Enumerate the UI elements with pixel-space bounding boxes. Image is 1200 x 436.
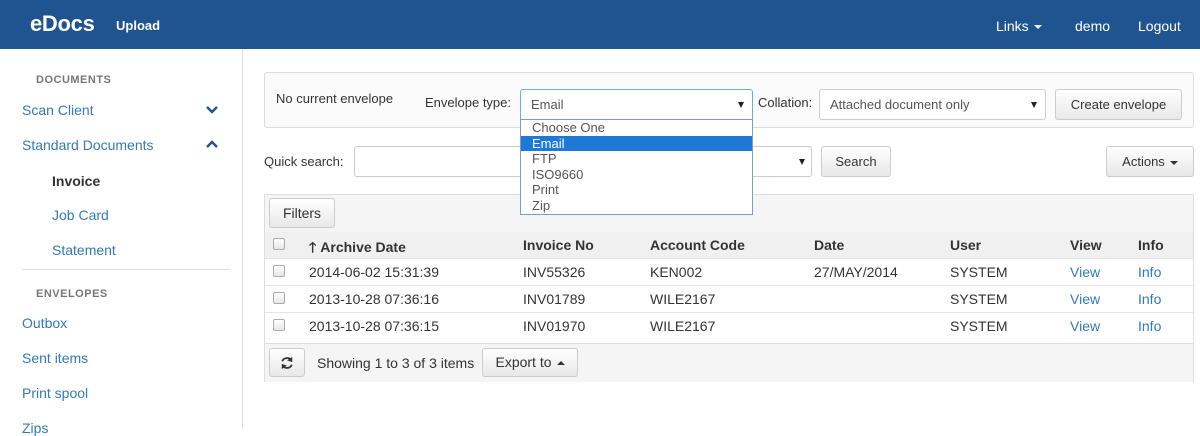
select-arrow-icon bbox=[1031, 102, 1037, 108]
links-label: Links bbox=[996, 18, 1029, 34]
envelope-type-option[interactable]: Print bbox=[521, 182, 752, 198]
envelope-type-option[interactable]: ISO9660 bbox=[521, 167, 752, 183]
info-link[interactable]: Info bbox=[1138, 318, 1161, 334]
user-cell: SYSTEM bbox=[950, 291, 1008, 307]
filters-button[interactable]: Filters bbox=[269, 198, 335, 228]
create-envelope-button[interactable]: Create envelope bbox=[1055, 89, 1182, 120]
sidebar-item-scan-client[interactable]: Scan Client bbox=[22, 102, 94, 118]
caret-down-icon bbox=[1169, 160, 1178, 165]
column-header-archive-date[interactable]: 🡑 Archive Date bbox=[309, 237, 406, 261]
top-navbar: eDocs Upload Links demo Logout bbox=[0, 0, 1200, 49]
column-header-info: Info bbox=[1138, 237, 1164, 253]
refresh-icon bbox=[281, 356, 293, 370]
info-link[interactable]: Info bbox=[1138, 291, 1161, 307]
sidebar-item-job-card[interactable]: Job Card bbox=[52, 207, 109, 223]
row-checkbox[interactable] bbox=[273, 319, 285, 331]
sidebar-item-standard-documents[interactable]: Standard Documents bbox=[22, 137, 154, 153]
search-button[interactable]: Search bbox=[821, 146, 891, 177]
sidebar-item-zips[interactable]: Zips bbox=[22, 420, 48, 436]
info-link[interactable]: Info bbox=[1138, 264, 1161, 280]
user-cell: SYSTEM bbox=[950, 318, 1008, 334]
sidebar-item-invoice[interactable]: Invoice bbox=[52, 173, 100, 189]
user-cell: SYSTEM bbox=[950, 264, 1008, 280]
arrow-up-icon: 🡑 bbox=[309, 239, 317, 255]
date-cell: 27/MAY/2014 bbox=[814, 264, 898, 280]
sidebar-item-sent-items[interactable]: Sent items bbox=[22, 350, 88, 366]
envelope-type-option[interactable]: FTP bbox=[521, 151, 752, 167]
table-row[interactable]: 2013-10-28 07:36:15 INV01970 WILE2167 SY… bbox=[265, 313, 1193, 339]
sidebar-item-statement[interactable]: Statement bbox=[52, 242, 116, 258]
column-header-date[interactable]: Date bbox=[814, 237, 844, 253]
export-button[interactable]: Export to bbox=[482, 348, 578, 377]
select-arrow-icon bbox=[738, 102, 744, 108]
export-label: Export to bbox=[495, 354, 552, 370]
actions-button[interactable]: Actions bbox=[1106, 146, 1194, 177]
refresh-button[interactable] bbox=[269, 348, 305, 377]
chevron-down-icon[interactable] bbox=[205, 105, 219, 115]
search-dropdown-arrow-icon[interactable] bbox=[799, 159, 805, 165]
table-footer: Showing 1 to 3 of 3 items Export to bbox=[265, 343, 1193, 382]
chevron-up-icon[interactable] bbox=[205, 139, 219, 149]
envelope-status: No current envelope bbox=[276, 91, 394, 106]
envelope-type-value: Email bbox=[531, 97, 564, 112]
archive-date-cell: 2013-10-28 07:36:15 bbox=[309, 318, 439, 334]
quick-search-label: Quick search: bbox=[264, 154, 344, 169]
envelope-type-label: Envelope type: bbox=[425, 95, 512, 110]
logout-link[interactable]: Logout bbox=[1138, 18, 1181, 34]
user-link[interactable]: demo bbox=[1075, 18, 1110, 34]
actions-label: Actions bbox=[1122, 154, 1165, 169]
upload-link[interactable]: Upload bbox=[116, 18, 160, 33]
pagination-info: Showing 1 to 3 of 3 items bbox=[317, 355, 475, 371]
account-code-cell: WILE2167 bbox=[650, 318, 716, 334]
table-header-row: 🡑 Archive Date Invoice No Account Code Da… bbox=[265, 232, 1193, 259]
invoice-no-cell: INV01970 bbox=[523, 318, 586, 334]
links-menu[interactable]: Links bbox=[996, 18, 1042, 34]
view-link[interactable]: View bbox=[1070, 264, 1100, 280]
documents-table: Filters 🡑 Archive Date Invoice No Account… bbox=[264, 194, 1194, 382]
account-code-cell: WILE2167 bbox=[650, 291, 716, 307]
envelopes-section-header: ENVELOPES bbox=[36, 288, 108, 300]
sidebar-divider bbox=[22, 269, 230, 270]
collation-label: Collation: bbox=[758, 95, 813, 110]
envelope-type-option[interactable]: Choose One bbox=[521, 120, 752, 136]
table-row[interactable]: 2014-06-02 15:31:39 INV55326 KEN002 27/M… bbox=[265, 259, 1193, 286]
collation-value: Attached document only bbox=[830, 97, 970, 112]
documents-section-header: DOCUMENTS bbox=[36, 74, 112, 86]
envelope-type-select[interactable]: Email bbox=[520, 89, 753, 120]
brand-logo[interactable]: eDocs bbox=[30, 11, 95, 37]
table-row[interactable]: 2013-10-28 07:36:16 INV01789 WILE2167 SY… bbox=[265, 286, 1193, 313]
view-link[interactable]: View bbox=[1070, 291, 1100, 307]
sidebar-item-outbox[interactable]: Outbox bbox=[22, 315, 67, 331]
row-checkbox[interactable] bbox=[273, 292, 285, 304]
archive-date-cell: 2013-10-28 07:36:16 bbox=[309, 291, 439, 307]
sidebar-item-print-spool[interactable]: Print spool bbox=[22, 385, 88, 401]
select-all-checkbox[interactable] bbox=[273, 238, 285, 250]
column-header-user[interactable]: User bbox=[950, 237, 981, 253]
column-header-invoice-no[interactable]: Invoice No bbox=[523, 237, 594, 253]
envelope-type-option[interactable]: Zip bbox=[521, 198, 752, 214]
invoice-no-cell: INV55326 bbox=[523, 264, 586, 280]
invoice-no-cell: INV01789 bbox=[523, 291, 586, 307]
caret-down-icon bbox=[1033, 25, 1042, 30]
account-code-cell: KEN002 bbox=[650, 264, 703, 280]
caret-up-icon bbox=[556, 361, 565, 366]
column-header-view: View bbox=[1070, 237, 1102, 253]
sidebar: DOCUMENTS Scan Client Standard Documents… bbox=[0, 49, 243, 436]
envelope-type-option-selected[interactable]: Email bbox=[521, 135, 752, 151]
column-header-account-code[interactable]: Account Code bbox=[650, 237, 745, 253]
archive-date-cell: 2014-06-02 15:31:39 bbox=[309, 264, 439, 280]
collation-select[interactable]: Attached document only bbox=[819, 89, 1046, 120]
view-link[interactable]: View bbox=[1070, 318, 1100, 334]
envelope-type-options: Choose One Email FTP ISO9660 Print Zip bbox=[520, 119, 753, 215]
row-checkbox[interactable] bbox=[273, 265, 285, 277]
